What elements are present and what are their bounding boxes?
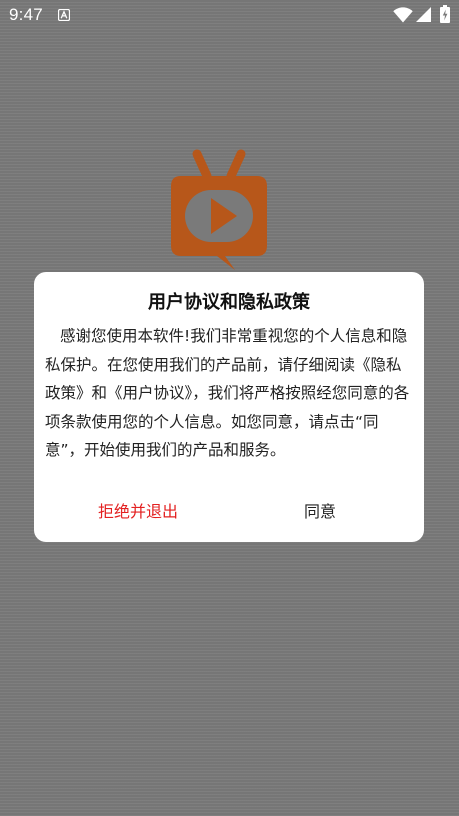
status-bar: 9:47	[0, 0, 459, 32]
notification-a-icon	[58, 9, 70, 21]
battery-icon	[440, 5, 450, 23]
wifi-icon	[393, 7, 413, 23]
privacy-dialog: 用户协议和隐私政策 感谢您使用本软件!我们非常重视您的个人信息和隐私保护。在您使…	[34, 272, 424, 542]
reject-exit-button[interactable]: 拒绝并退出	[68, 492, 208, 532]
tv-play-logo-icon	[171, 149, 267, 270]
dialog-title: 用户协议和隐私政策	[148, 292, 310, 313]
agree-button[interactable]: 同意	[250, 492, 390, 532]
signal-icon	[416, 7, 431, 22]
status-time: 9:47	[9, 5, 43, 24]
dialog-body: 感谢您使用本软件!我们非常重视您的个人信息和隐私保护。在您使用我们的产品前，请仔…	[45, 327, 410, 459]
